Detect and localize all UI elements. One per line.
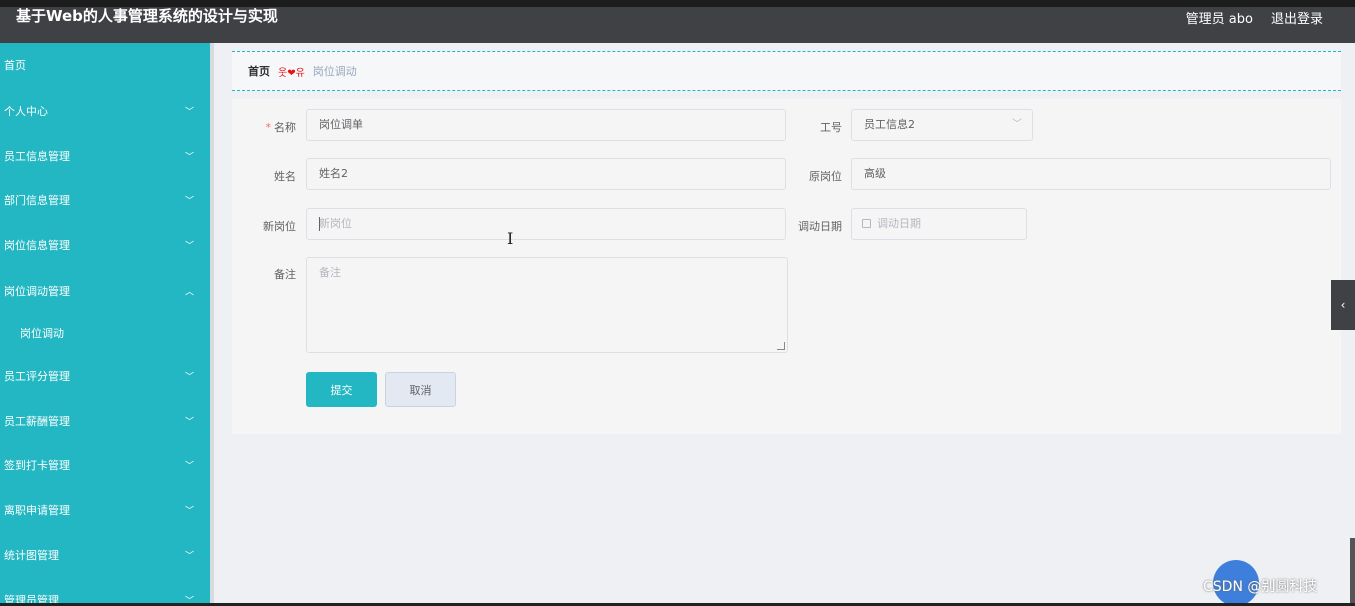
sidebar-item-post-transfer-mgmt[interactable]: 岗位调动管理 ︿ [0, 271, 210, 311]
sidebar-item-post-info[interactable]: 岗位信息管理 ﹀ [0, 225, 210, 265]
sidebar-item-label: 岗位调动管理 [4, 285, 70, 298]
original-post-input[interactable]: 高级 [851, 158, 1331, 190]
employee-no-select[interactable]: 员工信息2 ﹀ [851, 109, 1033, 141]
sidebar-item-label: 岗位信息管理 [4, 239, 70, 252]
transfer-date-placeholder: 调动日期 [877, 217, 921, 230]
new-post-placeholder: 新岗位 [319, 217, 352, 230]
original-post-label: 原岗位 [809, 170, 842, 183]
sidebar-item-label: 员工评分管理 [4, 370, 70, 383]
sidebar-item-employee-rating[interactable]: 员工评分管理 ﹀ [0, 356, 210, 396]
watermark: CSDN @别圆科技 [1203, 579, 1318, 595]
sidebar-item-label: 个人中心 [4, 105, 48, 118]
user-name[interactable]: 管理员 abo [1186, 8, 1253, 27]
new-post-input[interactable]: 新岗位 [306, 208, 786, 240]
chevron-down-icon: ﹀ [184, 196, 194, 207]
transfer-date-picker[interactable]: 调动日期 [851, 208, 1027, 240]
transfer-form: * 名称 岗位调单 工号 员工信息2 ﹀ 姓名 姓名2 原岗位 高级 新岗位 新岗… [232, 99, 1341, 434]
sidebar-item-resignation[interactable]: 离职申请管理 ﹀ [0, 490, 210, 530]
employee-no-value: 员工信息2 [864, 118, 915, 131]
sidebar-item-check-in[interactable]: 签到打卡管理 ﹀ [0, 445, 210, 485]
sidebar-item-personal-center[interactable]: 个人中心 ﹀ [0, 91, 210, 131]
chevron-down-icon: ﹀ [184, 241, 194, 252]
text-caret [319, 217, 320, 231]
chevron-up-icon: ︿ [184, 287, 194, 298]
sidebar-item-label: 岗位调动 [20, 327, 64, 340]
sidebar-item-label: 签到打卡管理 [4, 459, 70, 472]
top-right-actions: 管理员 abo 退出登录 [1186, 8, 1323, 27]
chevron-down-icon: ﹀ [184, 551, 194, 562]
sidebar-item-label: 离职申请管理 [4, 504, 70, 517]
chevron-down-icon: ﹀ [184, 506, 194, 517]
collapse-tab[interactable]: ‹ [1331, 280, 1355, 330]
chevron-down-icon: ﹀ [1012, 119, 1022, 130]
app-title: 基于Web的人事管理系统的设计与实现 [16, 7, 278, 25]
breadcrumb: 首页 웃❤유 岗位调动 [232, 51, 1341, 91]
sidebar-item-label: 员工信息管理 [4, 150, 70, 163]
submit-button[interactable]: 提交 [306, 372, 377, 407]
right-scrollbar[interactable] [1350, 538, 1355, 606]
sidebar-item-employee-salary[interactable]: 员工薪酬管理 ﹀ [0, 401, 210, 441]
full-name-input[interactable]: 姓名2 [306, 158, 786, 190]
sidebar-item-home[interactable]: 首页 [0, 45, 210, 85]
chevron-down-icon: ﹀ [184, 372, 194, 383]
sidebar-item-department-info[interactable]: 部门信息管理 ﹀ [0, 180, 210, 220]
sidebar-item-employee-info[interactable]: 员工信息管理 ﹀ [0, 136, 210, 176]
resize-handle-icon[interactable] [777, 342, 785, 350]
top-bar: 基于Web的人事管理系统的设计与实现 管理员 abo 退出登录 [0, 0, 1355, 43]
chevron-down-icon: ﹀ [184, 152, 194, 163]
required-mark: * [265, 121, 272, 134]
chevron-down-icon: ﹀ [184, 461, 194, 472]
breadcrumb-separator-icon: 웃❤유 [278, 67, 305, 79]
name-input[interactable]: 岗位调单 [306, 109, 786, 141]
sidebar-item-label: 首页 [4, 59, 26, 72]
breadcrumb-home[interactable]: 首页 [248, 63, 270, 79]
sidebar-item-label: 部门信息管理 [4, 194, 70, 207]
remark-placeholder: 备注 [319, 266, 341, 279]
chevron-down-icon: ﹀ [184, 417, 194, 428]
new-post-label: 新岗位 [263, 220, 296, 233]
sidebar-item-label: 员工薪酬管理 [4, 415, 70, 428]
name-label: * 名称 [265, 121, 297, 134]
text-cursor-icon: I [507, 229, 514, 248]
sidebar-item-post-transfer[interactable]: 岗位调动 [0, 313, 210, 353]
logout-link[interactable]: 退出登录 [1271, 8, 1323, 27]
employee-no-label: 工号 [820, 121, 842, 134]
chevron-down-icon: ﹀ [184, 107, 194, 118]
transfer-date-label: 调动日期 [798, 220, 842, 233]
sidebar: 首页 个人中心 ﹀ 员工信息管理 ﹀ 部门信息管理 ﹀ 岗位信息管理 ﹀ 岗位调… [0, 43, 210, 606]
sidebar-item-label: 统计图管理 [4, 549, 59, 562]
remark-label: 备注 [274, 268, 296, 281]
full-name-label: 姓名 [274, 170, 296, 183]
calendar-icon [862, 219, 871, 228]
breadcrumb-current: 岗位调动 [312, 65, 357, 78]
main-content: 首页 웃❤유 岗位调动 * 名称 岗位调单 工号 员工信息2 ﹀ 姓名 姓名2 原… [214, 43, 1355, 606]
cancel-button[interactable]: 取消 [385, 372, 456, 407]
remark-textarea[interactable]: 备注 [306, 257, 788, 353]
sidebar-item-statistics[interactable]: 统计图管理 ﹀ [0, 535, 210, 575]
